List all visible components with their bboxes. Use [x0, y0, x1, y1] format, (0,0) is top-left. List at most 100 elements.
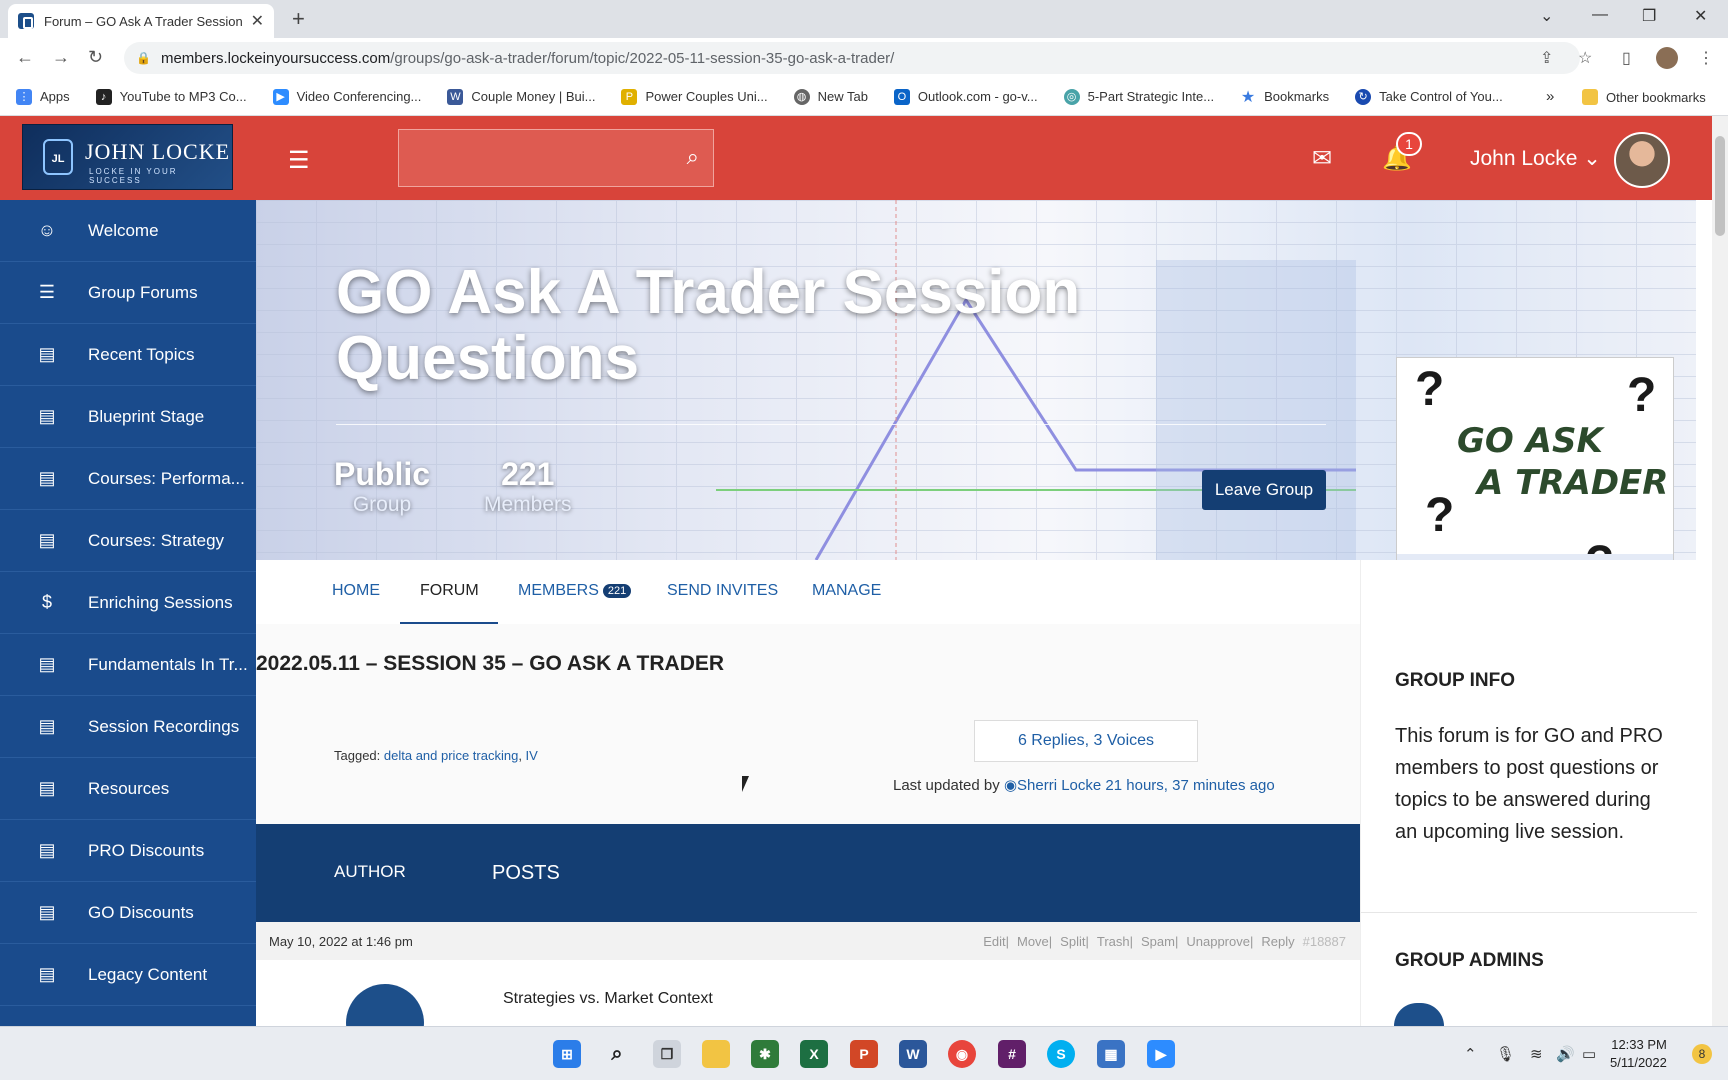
- tab-members[interactable]: MEMBERS 221: [518, 582, 632, 600]
- forward-icon[interactable]: →: [52, 47, 70, 68]
- page-scrollbar[interactable]: [1712, 116, 1728, 1026]
- bookmark-item[interactable]: W Couple Money | Bui...: [447, 88, 595, 105]
- sidebar-item-go-discounts[interactable]: ▤ GO Discounts: [0, 882, 256, 944]
- group-info-text: This forum is for GO and PRO members to …: [1395, 725, 1663, 843]
- sidebar-item-session-recordings[interactable]: ▤ Session Recordings: [0, 696, 256, 758]
- topic-header: 2022.05.11 – Session 35 – GO Ask A Trade…: [256, 624, 1360, 824]
- tab-send-invites[interactable]: SEND INVITES: [667, 582, 778, 600]
- excel-icon[interactable]: X: [800, 1040, 828, 1068]
- tab-home[interactable]: HOME: [332, 582, 380, 600]
- last-updated-user-link[interactable]: ◉Sherri Locke 21 hours, 37 minutes ago: [1004, 777, 1275, 794]
- post-action-spam[interactable]: Spam: [1141, 934, 1175, 949]
- bookmark-item[interactable]: O Outlook.com - go-v...: [893, 88, 1038, 105]
- reload-icon[interactable]: ↻: [88, 47, 103, 68]
- sidebar-item-resources[interactable]: ▤ Resources: [0, 758, 256, 820]
- scrollbar-thumb[interactable]: [1715, 136, 1725, 236]
- sidebar-item-courses-strategy[interactable]: ▤ Courses: Strategy: [0, 510, 256, 572]
- post-id-link[interactable]: #18887: [1303, 934, 1346, 949]
- bookmark-item[interactable]: P Power Couples Uni...: [621, 88, 768, 105]
- bookmark-item[interactable]: ★ Bookmarks: [1240, 89, 1329, 106]
- tag-link[interactable]: IV: [526, 748, 538, 763]
- bookmark-item[interactable]: ◎ 5-Part Strategic Inte...: [1063, 88, 1214, 105]
- menu-dots-icon[interactable]: ⋮: [1698, 48, 1714, 68]
- post-title: Strategies vs. Market Context: [503, 990, 713, 1007]
- system-clock[interactable]: 12:33 PM 5/11/2022: [1610, 1036, 1667, 1072]
- logo-lock-icon: JL: [43, 139, 73, 175]
- tab-search-icon[interactable]: ⌄: [1540, 6, 1553, 26]
- search-icon[interactable]: ⌕: [687, 144, 699, 170]
- new-tab-icon[interactable]: +: [292, 6, 305, 32]
- minimize-icon[interactable]: —: [1592, 6, 1608, 24]
- windows-start-icon[interactable]: ⊞: [553, 1040, 581, 1068]
- close-tab-icon[interactable]: ✕: [251, 11, 264, 31]
- post-action-split[interactable]: Split: [1060, 934, 1085, 949]
- more-bookmarks-icon[interactable]: »: [1546, 88, 1554, 105]
- skype-icon[interactable]: S: [1047, 1040, 1075, 1068]
- video-camera-icon: ▶: [272, 88, 289, 105]
- battery-icon[interactable]: ▭: [1582, 1045, 1596, 1063]
- chevron-up-icon[interactable]: ⌃: [1464, 1045, 1477, 1063]
- bookmark-item[interactable]: ⋮ Apps: [16, 88, 70, 105]
- search-icon[interactable]: ⌕: [603, 1040, 631, 1068]
- sidebar-item-welcome[interactable]: ☺ Welcome: [0, 200, 256, 262]
- leave-group-button[interactable]: Leave Group: [1202, 470, 1326, 510]
- messages-envelope-icon[interactable]: ✉: [1312, 144, 1332, 173]
- tab-forum[interactable]: FORUM: [420, 582, 479, 600]
- sidebar-item-courses-performance[interactable]: ▤ Courses: Performa...: [0, 448, 256, 510]
- post-action-edit[interactable]: Edit: [983, 934, 1005, 949]
- url-field[interactable]: 🔒 members.lockeinyoursuccess.com/groups/…: [124, 42, 1580, 74]
- star-icon[interactable]: ☆: [1578, 48, 1592, 68]
- logo-tagline: LOCKE IN YOUR SUCCESS: [89, 167, 178, 185]
- restore-icon[interactable]: ❐: [1642, 6, 1656, 26]
- share-icon[interactable]: ⇪: [1540, 48, 1553, 68]
- site-logo[interactable]: JL JOHN LOCKE LOCKE IN YOUR SUCCESS: [22, 124, 233, 190]
- url-host: members.lockeinyoursuccess.com: [160, 49, 391, 67]
- post-action-trash[interactable]: Trash: [1097, 934, 1130, 949]
- sidebar-item-group-forums[interactable]: ☰ Group Forums: [0, 262, 256, 324]
- bookmark-item[interactable]: ◍ New Tab: [793, 88, 868, 105]
- post-action-reply[interactable]: Reply: [1261, 934, 1294, 949]
- zoom-icon[interactable]: ▶: [1147, 1040, 1175, 1068]
- site-search-input[interactable]: ⌕: [398, 129, 714, 187]
- app-icon[interactable]: ✱: [751, 1040, 779, 1068]
- slack-icon[interactable]: #: [998, 1040, 1026, 1068]
- wifi-icon[interactable]: ≋: [1530, 1045, 1543, 1063]
- post-action-unapprove[interactable]: Unapprove: [1186, 934, 1250, 949]
- sidebar-item-blueprint-stage[interactable]: ▤ Blueprint Stage: [0, 386, 256, 448]
- group-visibility: Public Group: [334, 456, 431, 516]
- side-panel-icon[interactable]: ▯: [1622, 48, 1631, 68]
- hamburger-menu-icon[interactable]: ☰: [288, 146, 310, 175]
- close-window-icon[interactable]: ✕: [1694, 6, 1707, 26]
- sidebar-item-fundamentals[interactable]: ▤ Fundamentals In Tr...: [0, 634, 256, 696]
- app-icon[interactable]: ▦: [1097, 1040, 1125, 1068]
- word-icon[interactable]: W: [899, 1040, 927, 1068]
- task-view-icon[interactable]: ❐: [653, 1040, 681, 1068]
- music-note-icon: ♪: [95, 88, 112, 105]
- document-icon: ▤: [38, 964, 56, 984]
- bookmark-item[interactable]: ♪ YouTube to MP3 Co...: [95, 88, 247, 105]
- topic-title: 2022.05.11 – Session 35 – GO Ask A Trade…: [256, 652, 725, 675]
- microphone-icon[interactable]: 🎙: [1496, 1045, 1515, 1063]
- bookmark-item[interactable]: ↻ Take Control of You...: [1355, 88, 1503, 105]
- post-action-move[interactable]: Move: [1017, 934, 1049, 949]
- sidebar-item-pro-discounts[interactable]: ▤ PRO Discounts: [0, 820, 256, 882]
- sidebar-item-enriching-sessions[interactable]: $ Enriching Sessions: [0, 572, 256, 634]
- bookmark-item[interactable]: ▶ Video Conferencing...: [272, 88, 421, 105]
- group-admins-heading: GROUP ADMINS: [1395, 950, 1544, 971]
- tab-manage[interactable]: MANAGE: [812, 582, 881, 600]
- posts-column-header: POSTS: [492, 862, 560, 884]
- back-icon[interactable]: ←: [16, 47, 34, 68]
- volume-icon[interactable]: 🔊: [1556, 1045, 1575, 1063]
- user-menu[interactable]: John Locke ⌄: [1470, 146, 1601, 171]
- other-bookmarks[interactable]: Other bookmarks: [1582, 89, 1706, 105]
- notification-count-badge[interactable]: 8: [1692, 1044, 1712, 1064]
- powerpoint-icon[interactable]: P: [850, 1040, 878, 1068]
- tag-link[interactable]: delta and price tracking: [384, 748, 518, 763]
- sidebar-item-recent-topics[interactable]: ▤ Recent Topics: [0, 324, 256, 386]
- file-explorer-icon[interactable]: [702, 1040, 730, 1068]
- user-avatar[interactable]: [1614, 132, 1670, 188]
- sidebar-item-legacy-content[interactable]: ▤ Legacy Content: [0, 944, 256, 1006]
- browser-tab[interactable]: Forum – GO Ask A Trader Session ✕: [8, 4, 274, 38]
- browser-profile-avatar[interactable]: [1656, 47, 1678, 69]
- chrome-icon[interactable]: ◉: [948, 1040, 976, 1068]
